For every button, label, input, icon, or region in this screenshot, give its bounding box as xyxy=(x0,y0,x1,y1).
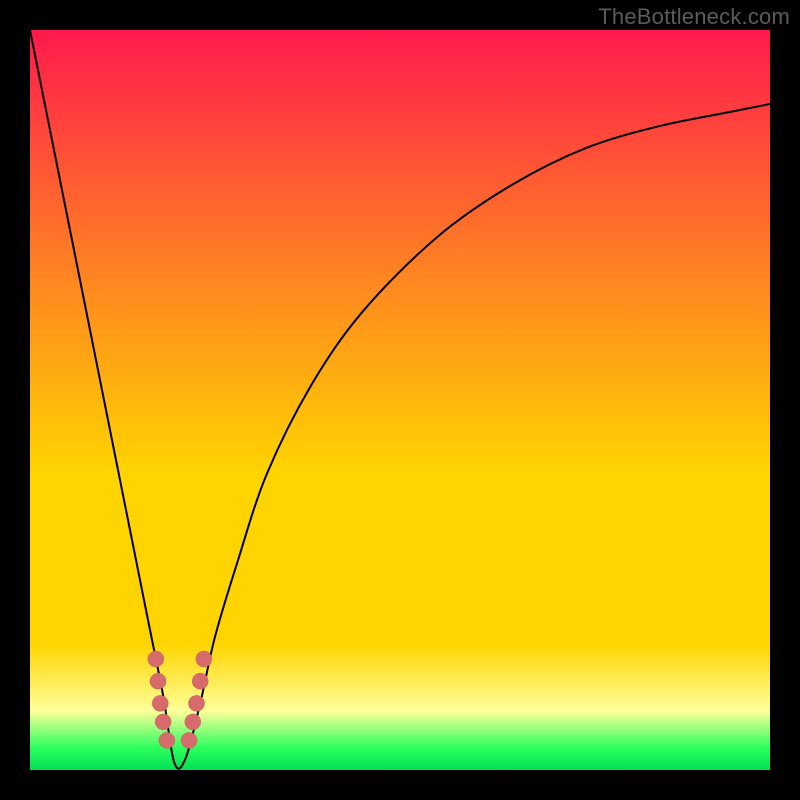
curve-marker-3 xyxy=(155,714,171,730)
curve-marker-7 xyxy=(188,695,204,711)
watermark-text: TheBottleneck.com xyxy=(598,4,790,30)
curve-marker-5 xyxy=(181,732,197,748)
curve-marker-2 xyxy=(152,695,168,711)
outer-frame: TheBottleneck.com xyxy=(0,0,800,800)
curve-marker-4 xyxy=(159,732,175,748)
gradient-background xyxy=(30,30,770,770)
curve-marker-9 xyxy=(196,651,212,667)
curve-marker-1 xyxy=(150,673,166,689)
curve-marker-0 xyxy=(148,651,164,667)
curve-marker-6 xyxy=(185,714,201,730)
chart-svg xyxy=(30,30,770,770)
chart-plot-area xyxy=(30,30,770,770)
curve-marker-8 xyxy=(192,673,208,689)
